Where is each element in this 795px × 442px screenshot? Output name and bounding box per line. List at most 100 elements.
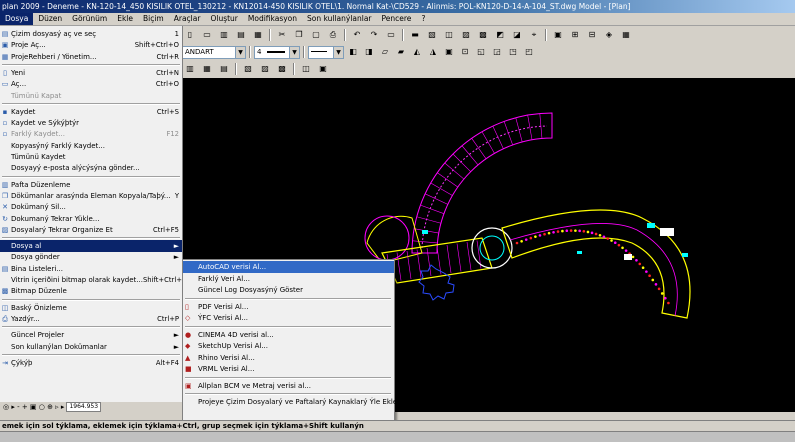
file-menu-item[interactable]: ▩ Bitmap Düzenle [0, 285, 182, 297]
toolbar-button-icon[interactable]: ◳ [506, 45, 520, 59]
toolbar-button-icon[interactable]: ◨ [362, 45, 376, 59]
file-menu-item[interactable]: ▤ Çizim dosyasý aç ve seç 1 [0, 28, 182, 40]
menubar-item[interactable]: Ekle [112, 13, 138, 25]
menubar-item[interactable]: Görünüm [67, 13, 112, 25]
toolbar-button-icon[interactable]: ▥ [183, 62, 197, 76]
toolbar-button-icon[interactable]: ◭ [410, 45, 424, 59]
file-menu-item[interactable]: ❐ Dökümanlar arasýnda Eleman Kopyala/Taþý… [0, 190, 182, 202]
toolbar-button-icon[interactable]: ⊡ [458, 45, 472, 59]
file-menu-item[interactable]: ▭ Aç... Ctrl+O [0, 78, 182, 90]
toolbar-button-icon[interactable]: ◧ [346, 45, 360, 59]
toolbar-button-icon[interactable]: ▤ [217, 62, 231, 76]
menubar-item[interactable]: Dosya [0, 13, 34, 25]
toolbar-button-icon[interactable]: ▣ [442, 45, 456, 59]
file-menu-item[interactable]: ↻ Dokumaný Tekrar Yükle... [0, 213, 182, 225]
toolbar-button-icon[interactable]: ⊟ [585, 28, 599, 42]
toolbar-button-icon[interactable]: ▧ [241, 62, 255, 76]
file-menu-item[interactable]: ▤ Bina Listeleri... [0, 263, 182, 275]
menubar-item[interactable]: Modifikasyon [243, 13, 302, 25]
toolbar-button-icon[interactable]: ▨ [459, 28, 473, 42]
toolbar-button-icon[interactable]: ▱ [378, 45, 392, 59]
menubar-item[interactable]: Son kullanýlanlar [302, 13, 377, 25]
file-menu-item[interactable]: Güncel Projeler ► [0, 329, 182, 341]
file-menu-item[interactable]: ✕ Dokümaný Sil... [0, 201, 182, 213]
file-menu-item[interactable]: Dosyayý e-posta alýcýsýna gönder... [0, 162, 182, 174]
toolbar-button-icon[interactable]: ◫ [442, 28, 456, 42]
file-menu-item[interactable]: ▦ ProjeRehberi / Yönetim... Ctrl+R [0, 51, 182, 63]
line-combo[interactable]: ▼ [308, 45, 344, 59]
linetype-combo[interactable]: ANDART ▼ [182, 45, 246, 59]
file-menu-item[interactable]: ▫ Kaydet ve Sýkýþtýr [0, 117, 182, 129]
file-menu-item[interactable]: Dosya gönder ► [0, 251, 182, 263]
toolbar-button-icon[interactable]: ❐ [292, 28, 306, 42]
submenu-item[interactable]: Güncel Log Dosyasýný Göster [183, 284, 394, 296]
file-menu-item[interactable]: ◫ Baský Önizleme [0, 302, 182, 314]
toolbar-button-icon[interactable]: ◩ [493, 28, 507, 42]
toolbar-button-icon[interactable]: ◈ [602, 28, 616, 42]
chevron-down-icon[interactable]: ▼ [333, 46, 343, 58]
toolbar-button-icon[interactable]: ▤ [234, 28, 248, 42]
toolbar-button-icon[interactable]: ▧ [425, 28, 439, 42]
toolbar-button-icon[interactable]: ▣ [316, 62, 330, 76]
chevron-down-icon[interactable]: ▼ [235, 46, 245, 58]
submenu-item[interactable]: Farklý Veri Al... [183, 273, 394, 285]
menubar-item[interactable]: Araçlar [169, 13, 206, 25]
toolbar-button-icon[interactable]: ✂ [275, 28, 289, 42]
menubar-item[interactable]: Düzen [33, 13, 67, 25]
file-menu-item[interactable]: ▣ Proje Aç... Shift+Ctrl+O [0, 39, 182, 51]
file-menu-item[interactable]: Vitrin içeriðini bitmap olarak kaydet...… [0, 274, 186, 286]
file-menu-item[interactable]: Son kullanýlan Dokümanlar ► [0, 341, 182, 353]
toolbar-button-icon[interactable]: ◪ [510, 28, 524, 42]
toolbar-button-icon[interactable]: ▬ [408, 28, 422, 42]
toolbar-button-icon[interactable]: ▣ [551, 28, 565, 42]
toolbar-button-icon[interactable]: ▰ [394, 45, 408, 59]
chevron-down-icon[interactable]: ▼ [289, 46, 299, 58]
submenu-item[interactable]: ● CINEMA 4D verisi al... [183, 329, 394, 341]
snap-icons[interactable]: ◎ ▸ - + ▣ ○ ⊕ ▹ ▸ [3, 403, 64, 411]
coordinate-input[interactable]: 1964.953 [66, 402, 102, 412]
toolbar-button-icon[interactable]: ▥ [217, 28, 231, 42]
toolbar-button-icon[interactable]: ⊞ [568, 28, 582, 42]
submenu-item[interactable]: ▲ Rhino Verisi Al... [183, 352, 394, 364]
toolbar-button-icon[interactable]: ▩ [275, 62, 289, 76]
submenu-item[interactable]: ▯ PDF Verisi Al... [183, 301, 394, 313]
toolbar-button-icon[interactable]: ▭ [200, 28, 214, 42]
file-menu-item[interactable]: ⇥ Çýkýþ Alt+F4 [0, 357, 182, 369]
file-menu-item[interactable]: Dosya al ► [0, 240, 182, 253]
pen-combo[interactable]: 4 ▼ [254, 45, 300, 59]
submenu-item[interactable]: ◆ SketchUp Verisi Al... [183, 340, 394, 352]
submenu-item[interactable]: AutoCAD verisi Al... [183, 261, 394, 273]
toolbar-button-icon[interactable]: ◲ [490, 45, 504, 59]
toolbar-button-icon[interactable]: ↷ [367, 28, 381, 42]
toolbar-button-icon[interactable]: ▢ [309, 28, 323, 42]
file-menu-item[interactable]: ▥ Pafta Düzenleme [0, 179, 182, 191]
submenu-item[interactable]: Projeye Çizim Dosyalarý ve Paftalarý Kay… [183, 396, 397, 408]
toolbar-button-icon[interactable]: ▯ [183, 28, 197, 42]
menubar-item[interactable]: ? [416, 13, 430, 25]
toolbar-button-icon[interactable]: ▨ [258, 62, 272, 76]
submenu-item[interactable]: ■ VRML Verisi Al... [183, 363, 394, 375]
menubar-item[interactable]: Pencere [377, 13, 417, 25]
toolbar-button-icon[interactable]: ▦ [619, 28, 633, 42]
file-menu-item[interactable]: ⎙ Yazdýr... Ctrl+P [0, 313, 182, 325]
toolbar-button-icon[interactable]: ▩ [476, 28, 490, 42]
toolbar-button-icon[interactable]: ▦ [251, 28, 265, 42]
file-menu-item[interactable]: Kopyasýný Farklý Kaydet... [0, 140, 182, 152]
toolbar-button-icon[interactable]: ↶ [350, 28, 364, 42]
toolbar-button-icon[interactable]: ◫ [299, 62, 313, 76]
toolbar-button-icon[interactable]: ◮ [426, 45, 440, 59]
menubar-item[interactable]: Oluştur [205, 13, 242, 25]
toolbar-button-icon[interactable]: ⌖ [527, 28, 541, 42]
toolbar-button-icon[interactable]: ⎙ [326, 28, 340, 42]
submenu-item[interactable]: ◇ ÝFC Verisi Al... [183, 312, 394, 324]
file-menu-item[interactable]: ▨ Dosyalarý Tekrar Organize Et Ctrl+F5 [0, 224, 182, 236]
toolbar-button-icon[interactable]: ▦ [200, 62, 214, 76]
file-menu-item[interactable]: ▯ Yeni Ctrl+N [0, 67, 182, 79]
toolbar-button-icon[interactable]: ◰ [522, 45, 536, 59]
toolbar-button-icon[interactable]: ▭ [384, 28, 398, 42]
file-menu-item[interactable]: ▪ Kaydet Ctrl+S [0, 106, 182, 118]
submenu-item[interactable]: ▣ Allplan BCM ve Metraj verisi al... [183, 380, 394, 392]
file-menu-item[interactable]: Tümünü Kaydet [0, 151, 182, 163]
toolbar-button-icon[interactable]: ◱ [474, 45, 488, 59]
menubar-item[interactable]: Biçim [138, 13, 169, 25]
